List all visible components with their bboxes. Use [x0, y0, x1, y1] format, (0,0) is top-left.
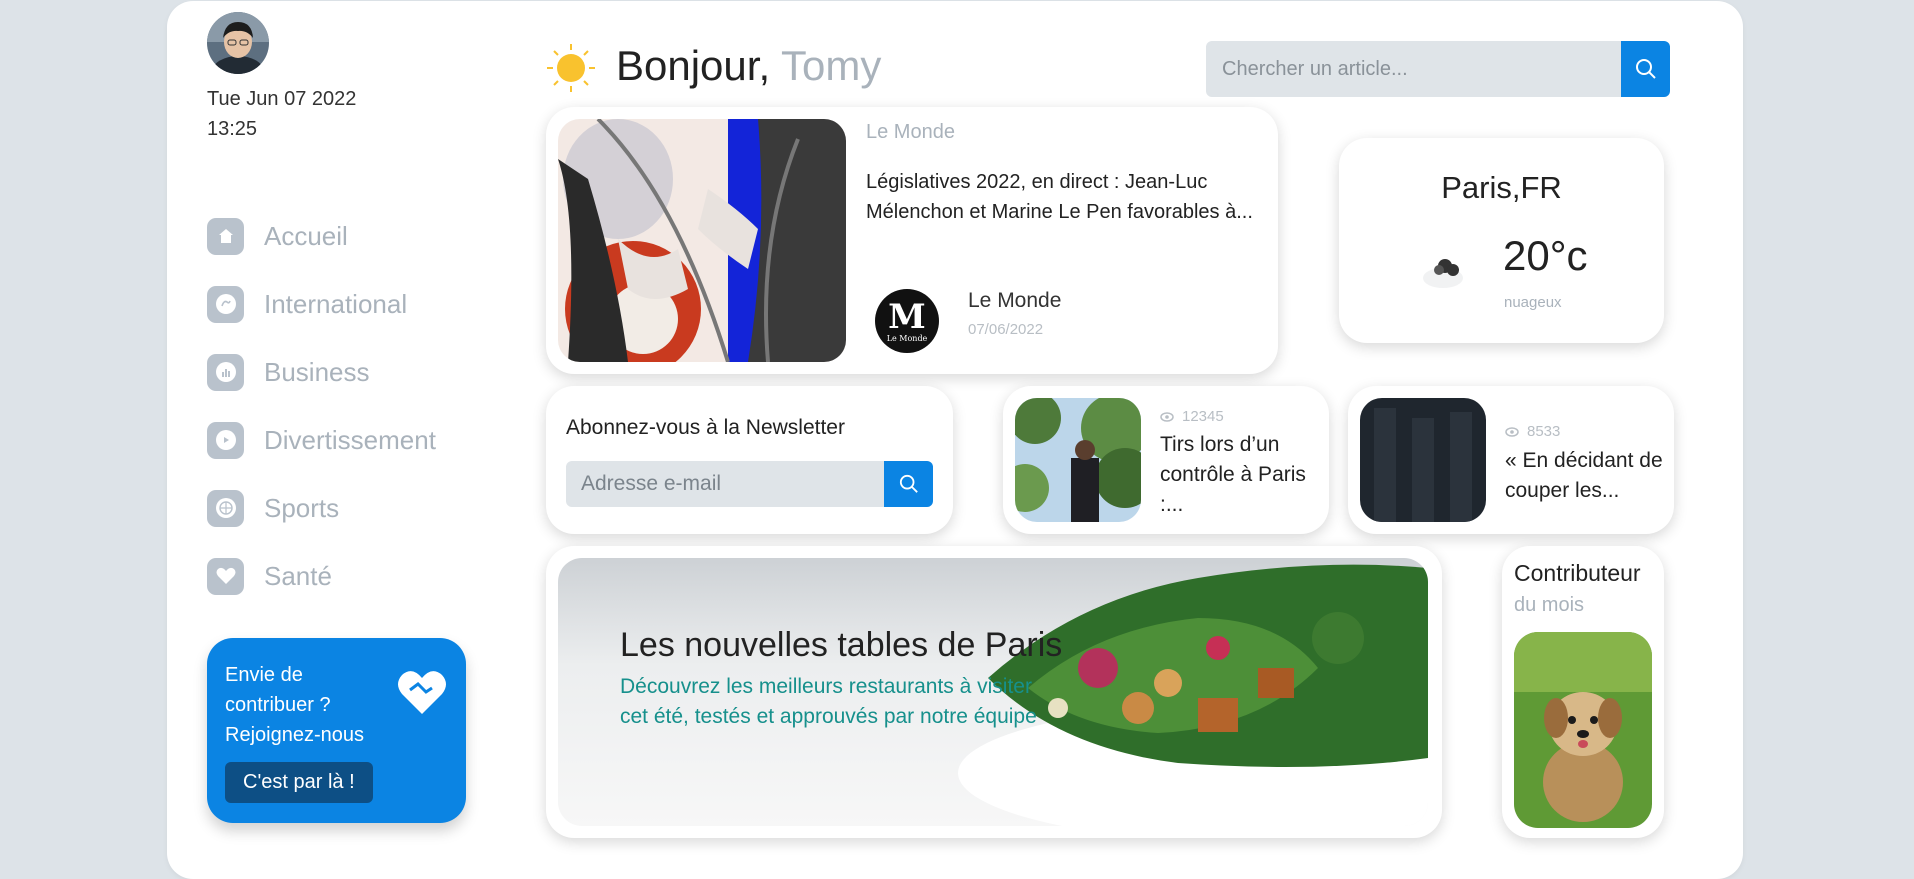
basketball-icon	[207, 489, 244, 527]
sidebar-item-sante[interactable]: Santé	[207, 542, 436, 610]
feature-subtitle: Découvrez les meilleurs restaurants à vi…	[620, 675, 1037, 728]
newsletter-form	[566, 461, 933, 507]
contribute-text: Envie de contribuer ? Rejoignez-nous	[225, 664, 364, 746]
sidebar-item-label: International	[264, 288, 408, 319]
current-date: Tue Jun 07 2022	[207, 88, 357, 110]
sun-icon	[545, 42, 597, 99]
article-date: 07/06/2022	[968, 321, 1044, 338]
main-article-card[interactable]: Le Monde Législatives 2022, en direct : …	[546, 107, 1278, 374]
current-time: 13:25	[207, 118, 258, 140]
search-icon	[1635, 59, 1656, 79]
weather-temperature: 20°c	[1503, 232, 1588, 279]
weather-city: Paris,FR	[1441, 170, 1562, 205]
search-icon	[899, 474, 918, 493]
sidebar-item-label: Business	[264, 356, 370, 387]
sidebar-nav: Accueil International Business Divertiss…	[207, 202, 436, 610]
contributor-card[interactable]: Contributeur du mois	[1502, 546, 1664, 838]
sidebar-item-sports[interactable]: Sports	[207, 474, 436, 542]
view-count: 12345	[1160, 408, 1224, 425]
sidebar-item-label: Sports	[264, 492, 340, 523]
search-bar	[1206, 41, 1670, 97]
sidebar-item-international[interactable]: International	[207, 270, 436, 338]
heart-icon	[207, 557, 244, 595]
weather-card: Paris,FR 20°c nuageux	[1339, 138, 1664, 343]
article-author: Le Monde	[968, 289, 1062, 312]
view-count: 8533	[1505, 423, 1560, 440]
newsletter-title: Abonnez-vous à la Newsletter	[566, 416, 845, 439]
contribute-button[interactable]: C'est par là !	[225, 762, 373, 803]
feature-title: Les nouvelles tables de Paris	[620, 626, 1063, 664]
home-icon	[207, 217, 244, 255]
article-source: Le Monde	[866, 121, 955, 143]
user-name: Tomy	[781, 42, 882, 89]
sidebar-item-accueil[interactable]: Accueil	[207, 202, 436, 270]
avatar[interactable]	[207, 12, 269, 74]
newsletter-card: Abonnez-vous à la Newsletter	[546, 386, 953, 534]
contributor-subtitle: du mois	[1514, 594, 1585, 616]
newsletter-submit-button[interactable]	[884, 461, 933, 507]
contribute-card: Envie de contribuer ? Rejoignez-nous C'e…	[207, 638, 466, 823]
source-logo: M Le Monde	[875, 289, 939, 353]
eye-icon	[1505, 426, 1519, 437]
article-card[interactable]: 12345 Tirs lors d’un contrôle à Paris :.…	[1003, 386, 1329, 534]
sidebar-item-business[interactable]: Business	[207, 338, 436, 406]
article-card[interactable]: 8533 « En décidant de couper les...	[1348, 386, 1674, 534]
sidebar-item-label: Santé	[264, 560, 332, 591]
article-title[interactable]: Législatives 2022, en direct : Jean-Luc …	[866, 167, 1266, 227]
sidebar-item-label: Divertissement	[264, 424, 436, 455]
article-image	[1360, 398, 1486, 522]
search-input[interactable]	[1206, 41, 1621, 97]
heart-handshake-icon	[396, 668, 448, 721]
chart-icon	[207, 353, 244, 391]
weather-description: nuageux	[1504, 294, 1562, 311]
contributor-title: Contributeur	[1514, 560, 1641, 586]
eye-icon	[1160, 411, 1174, 422]
article-title[interactable]: Tirs lors d’un contrôle à Paris :...	[1160, 430, 1320, 520]
greeting-text: Bonjour,	[616, 42, 771, 89]
feature-card[interactable]: Les nouvelles tables de Paris Découvrez …	[546, 546, 1442, 838]
article-title[interactable]: « En décidant de couper les...	[1505, 446, 1665, 506]
sidebar-item-divertissement[interactable]: Divertissement	[207, 406, 436, 474]
contributor-image	[1514, 632, 1652, 828]
play-icon	[207, 421, 244, 459]
date-time: Tue Jun 07 2022 13:25	[207, 84, 356, 144]
globe-icon	[207, 285, 244, 323]
article-image	[1015, 398, 1141, 522]
page-title: Bonjour, Tomy	[616, 42, 881, 90]
search-button[interactable]	[1621, 41, 1670, 97]
cloud-icon	[1419, 254, 1465, 295]
sidebar-item-label: Accueil	[264, 220, 348, 251]
feature-banner: Les nouvelles tables de Paris Découvrez …	[558, 558, 1428, 826]
article-image	[558, 119, 846, 362]
email-field[interactable]	[566, 461, 884, 507]
